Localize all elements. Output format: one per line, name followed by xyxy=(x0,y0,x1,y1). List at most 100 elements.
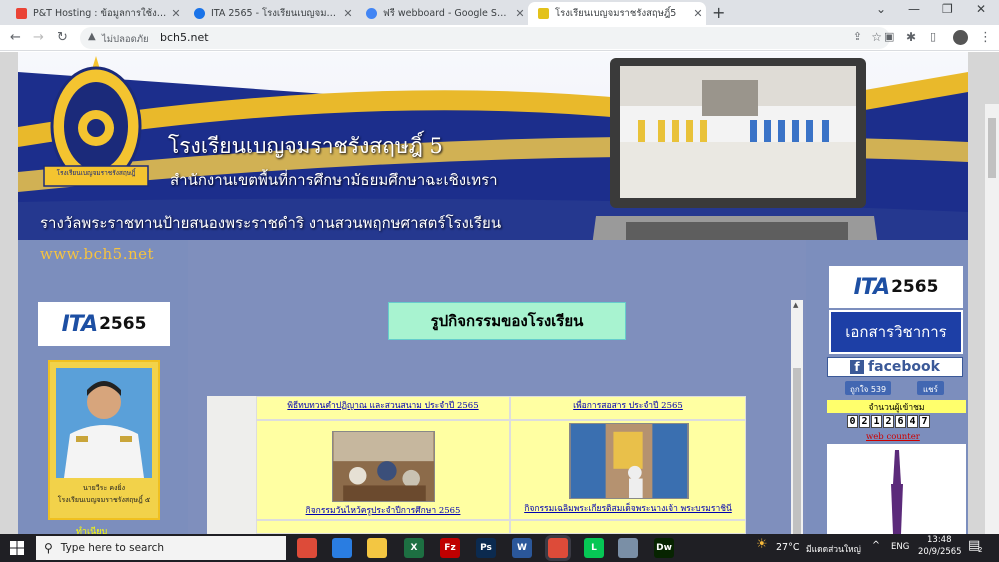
reload-icon[interactable]: ↻ xyxy=(57,30,68,45)
tab-pt-hosting[interactable]: P&T Hosting : ข้อมูลการใช้งานโฮสติ้ง ✕ xyxy=(6,2,184,25)
taskbar-search[interactable]: ⚲ Type here to search xyxy=(36,536,286,560)
ita-year: 2565 xyxy=(99,314,147,334)
activity-gallery: พิธีทบทวนคำปฏิญาณ และสวนสนาม ประจำปี 256… xyxy=(207,396,746,534)
right-widget xyxy=(827,444,966,534)
left-column: www.bch5.net ITA 2565 นายวีระ คงยิ่ง โรง… xyxy=(18,240,188,534)
gallery-photo[interactable] xyxy=(332,431,435,502)
filezilla-taskbar-icon[interactable]: Fz xyxy=(440,538,460,558)
academic-documents-button[interactable]: เอกสารวิชาการ xyxy=(829,310,963,354)
gallery-photo[interactable] xyxy=(569,423,689,499)
profile-avatar[interactable] xyxy=(953,30,968,45)
warning-icon[interactable]: ▲ xyxy=(88,31,96,42)
gallery-scrollbar[interactable]: ▲ xyxy=(791,300,803,534)
minimize-icon[interactable]: — xyxy=(908,2,920,16)
ita-text: ITA xyxy=(61,311,99,337)
dreamweaver-taskbar-icon[interactable]: Dw xyxy=(654,538,674,558)
windows-start-icon[interactable] xyxy=(10,541,24,555)
site-icon xyxy=(194,8,205,19)
address-bar[interactable]: ▲ ไม่ปลอดภัย bch5.net ⇪ ☆ xyxy=(80,27,890,49)
director-name: นายวีระ คงยิ่ง xyxy=(82,484,126,492)
center-column: รูปกิจกรรมของโรงเรียน พิธีทบทวนคำปฏิญาณ … xyxy=(188,240,806,534)
maximize-icon[interactable]: ❐ xyxy=(942,2,953,16)
sidepanel-icon[interactable]: ▯ xyxy=(930,30,936,43)
excel-taskbar-icon[interactable]: X xyxy=(404,538,424,558)
chevron-up-icon[interactable]: ^ xyxy=(872,540,880,551)
close-icon[interactable]: ✕ xyxy=(690,7,706,20)
scanner-taskbar-icon[interactable] xyxy=(618,538,638,558)
gmail-icon xyxy=(16,8,27,19)
director-photo xyxy=(56,368,152,478)
close-icon[interactable]: ✕ xyxy=(512,7,528,20)
word-taskbar-icon[interactable]: W xyxy=(512,538,532,558)
facebook-label: facebook xyxy=(868,359,940,375)
gallery-caption-link[interactable]: พิธีทบทวนคำปฏิญาณ และสวนสนาม ประจำปี 256… xyxy=(257,398,509,412)
gallery-caption-link[interactable]: กิจกรรมวันไหว้ครูประจำปีการศึกษา 2565 xyxy=(257,503,509,517)
tab-school[interactable]: โรงเรียนเบญจมราชรังสฤษฎิ์5 ✕ xyxy=(528,2,706,25)
visit-counter: 0 2 1 2 6 4 7 xyxy=(847,415,930,428)
new-tab-button[interactable]: + xyxy=(712,3,725,22)
web-counter-link[interactable]: web counter xyxy=(866,432,920,442)
ita-banner-left[interactable]: ITA 2565 xyxy=(38,302,170,346)
tab-google-search[interactable]: ฟรี webboard - Google Search ✕ xyxy=(356,2,528,25)
share-button[interactable]: แชร์ xyxy=(917,381,944,395)
banner: โรงเรียนเบญจมราชรังสฤษฎิ์ โรงเรียนเบญจมร… xyxy=(18,52,968,240)
url-text[interactable]: bch5.net xyxy=(160,31,209,44)
scroll-up-icon[interactable]: ▲ xyxy=(793,301,798,309)
logo-text: โรงเรียนเบญจมราชรังสฤษฎิ์ xyxy=(56,169,136,177)
chrome-taskbar-icon[interactable] xyxy=(297,538,317,558)
page-scrollbar[interactable] xyxy=(985,104,999,534)
puzzle-icon[interactable]: ✱ xyxy=(906,30,916,44)
gallery-caption-link[interactable]: กิจกรรมเฉลิมพระเกียรติสมเด็จพระนางเจ้า พ… xyxy=(511,501,745,515)
menu-icon[interactable]: ⋮ xyxy=(979,30,992,45)
gallery-caption-link[interactable]: เพื่อการสอสาร ประจำปี 2565 xyxy=(511,398,745,412)
clock-date[interactable]: 20/9/2565 xyxy=(918,547,962,557)
photoshop-taskbar-icon[interactable]: Ps xyxy=(476,538,496,558)
school-subtitle: สำนักงานเขตพื้นที่การศึกษามัธยมศึกษาฉะเช… xyxy=(170,171,498,189)
site-url: www.bch5.net xyxy=(40,245,155,263)
windows-taskbar: ⚲ Type here to search X Fz Ps W L Dw ☀ 27°C ม… xyxy=(0,534,999,562)
counter-digit: 1 xyxy=(871,415,882,428)
page-scroll-thumb[interactable] xyxy=(988,118,996,178)
close-icon[interactable]: ✕ xyxy=(168,7,184,20)
ita-banner-right[interactable]: ITA 2565 xyxy=(829,266,963,308)
left-more-heading: ทำเนียบ xyxy=(76,527,108,534)
tab-title: ฟรี webboard - Google Search xyxy=(383,8,512,19)
gallery-item: เพื่อการสอสาร ประจำปี 2565 xyxy=(510,396,746,420)
weather-temp[interactable]: 27°C xyxy=(776,542,799,553)
counter-digit: 0 xyxy=(847,415,858,428)
close-icon[interactable]: ✕ xyxy=(340,7,356,20)
scroll-thumb[interactable] xyxy=(793,368,801,534)
gallery-item: พิธีทบทวนคำปฏิญาณ และสวนสนาม ประจำปี 256… xyxy=(256,396,510,420)
counter-digit: 2 xyxy=(859,415,870,428)
tab-ita[interactable]: ITA 2565 - โรงเรียนเบญจมราชรังสฤษฎิ์ ✕ xyxy=(184,2,356,25)
weather-desc[interactable]: มีแดดส่วนใหญ่ xyxy=(806,542,861,556)
clock-time[interactable]: 13:48 xyxy=(927,535,952,545)
explorer-taskbar-icon[interactable] xyxy=(367,538,387,558)
language-indicator[interactable]: ENG xyxy=(891,542,909,552)
right-column: ITA 2565 เอกสารวิชาการ f facebook ถูกใจ … xyxy=(806,240,968,534)
extension-icon[interactable]: ▣ xyxy=(884,30,894,43)
tab-title: ITA 2565 - โรงเรียนเบญจมราชรังสฤษฎิ์ xyxy=(211,8,340,19)
counter-digit: 2 xyxy=(883,415,894,428)
school-name: โรงเรียนเบญจมราชรังสฤษฎิ์ 5 xyxy=(168,134,443,158)
star-icon[interactable]: ☆ xyxy=(871,30,882,44)
school-icon xyxy=(538,8,549,19)
weather-icon[interactable]: ☀ xyxy=(756,537,768,552)
facebook-banner[interactable]: f facebook xyxy=(827,357,963,377)
google-icon xyxy=(366,8,377,19)
edge-taskbar-icon[interactable] xyxy=(332,538,352,558)
chrome-active-taskbar-icon[interactable] xyxy=(548,538,568,558)
ita-year: 2565 xyxy=(891,277,939,297)
insecure-label[interactable]: ไม่ปลอดภัย xyxy=(102,32,149,47)
like-button[interactable]: ถูกใจ 539 xyxy=(845,381,892,395)
tab-title: โรงเรียนเบญจมราชรังสฤษฎิ์5 xyxy=(555,8,677,19)
share-icon[interactable]: ⇪ xyxy=(853,30,862,43)
search-placeholder[interactable]: Type here to search xyxy=(61,542,164,554)
web-page: โรงเรียนเบญจมราชรังสฤษฎิ์ โรงเรียนเบญจมร… xyxy=(18,52,968,534)
tab-search-icon[interactable]: ⌄ xyxy=(876,2,886,16)
back-icon[interactable]: ← xyxy=(10,30,21,45)
window-close-icon[interactable]: ✕ xyxy=(976,2,986,16)
line-taskbar-icon[interactable]: L xyxy=(584,538,604,558)
forward-icon[interactable]: → xyxy=(33,30,44,45)
notification-count: 2 xyxy=(978,546,983,554)
